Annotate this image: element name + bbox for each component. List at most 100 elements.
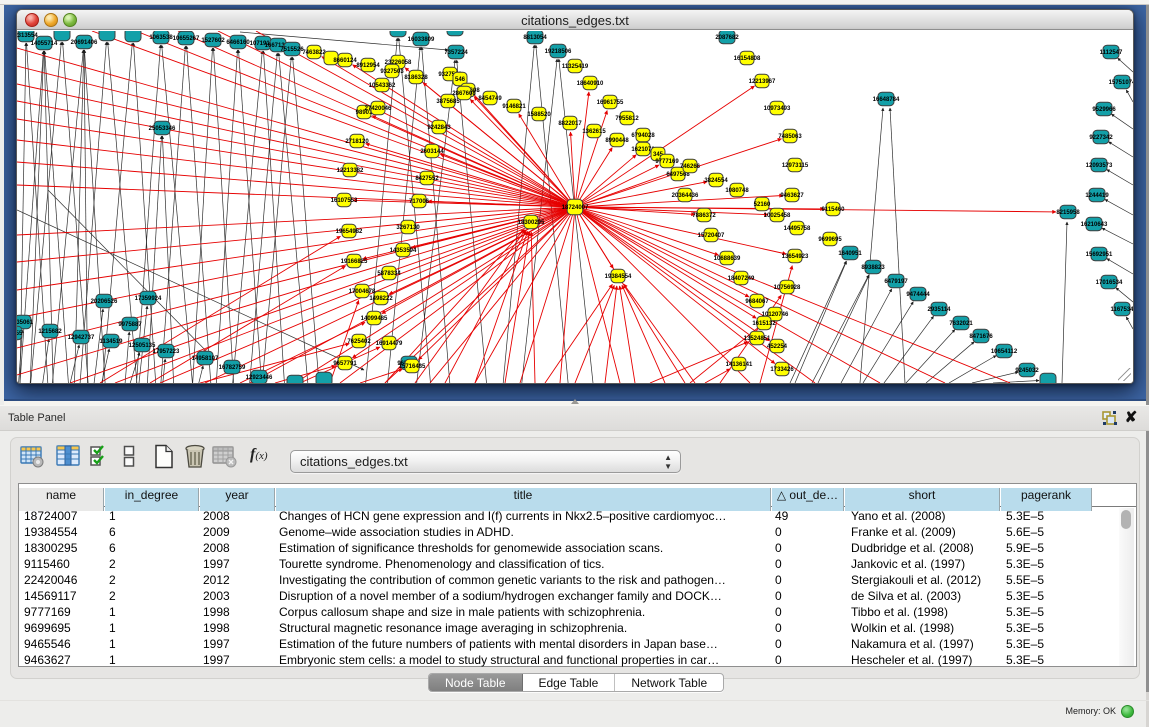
svg-text:8215958: 8215958 [1056,210,1080,216]
svg-text:17016534: 17016534 [1096,280,1123,286]
svg-text:12923446: 12923446 [246,375,273,381]
svg-text:17957223: 17957223 [153,349,180,355]
svg-text:18300295: 18300295 [518,220,545,226]
svg-text:13654923: 13654923 [782,254,809,260]
svg-text:2087682: 2087682 [715,35,739,41]
svg-text:7485063: 7485063 [778,134,802,140]
svg-text:9474444: 9474444 [906,292,930,298]
svg-text:3875685: 3875685 [436,99,460,105]
svg-text:9146821: 9146821 [502,104,526,110]
svg-text:12973115: 12973115 [782,163,809,169]
svg-text:717006: 717006 [409,199,430,205]
svg-text:16107553: 16107553 [331,198,358,204]
svg-text:19654982: 19654982 [336,229,363,235]
svg-text:9463627: 9463627 [780,193,804,199]
svg-text:8912954: 8912954 [356,63,380,69]
svg-text:10543362: 10543362 [369,83,396,89]
svg-text:18407249: 18407249 [728,276,755,282]
svg-text:6466160: 6466160 [226,40,250,46]
svg-text:16961755: 16961755 [597,100,624,106]
svg-text:1527602: 1527602 [201,38,225,44]
svg-text:11325419: 11325419 [562,64,589,70]
svg-text:25053346: 25053346 [149,126,176,132]
svg-text:7463822: 7463822 [302,50,326,56]
svg-text:2867608: 2867608 [452,91,476,97]
svg-text:19218506: 19218506 [545,49,572,55]
svg-text:16210643: 16210643 [1081,222,1108,228]
svg-text:12093573: 12093573 [1086,163,1113,169]
svg-text:14136141: 14136141 [726,362,753,368]
svg-text:27420046: 27420046 [365,106,392,112]
svg-text:7632021: 7632021 [949,321,973,327]
svg-text:9777169: 9777169 [655,159,679,165]
svg-text:18640910: 18640910 [577,81,604,87]
svg-text:8427552: 8427552 [415,176,439,182]
svg-text:17004678: 17004678 [349,289,376,295]
svg-text:746266: 746266 [680,164,701,170]
svg-text:18724007: 18724007 [562,205,589,211]
svg-text:8454749: 8454749 [478,96,502,102]
svg-text:15720407: 15720407 [698,233,725,239]
svg-text:3267130: 3267130 [396,225,420,231]
svg-text:16033809: 16033809 [408,37,435,43]
svg-text:52160: 52160 [754,202,771,208]
svg-text:1215682: 1215682 [38,329,62,335]
svg-text:9699695: 9699695 [818,237,842,243]
svg-text:1080748: 1080748 [725,188,749,194]
svg-text:10688639: 10688639 [714,256,741,262]
svg-text:8822017: 8822017 [558,121,582,127]
svg-text:10025458: 10025458 [764,213,791,219]
svg-text:1588520: 1588520 [527,112,551,118]
svg-text:8660124: 8660124 [333,58,357,64]
svg-text:14495758: 14495758 [784,226,811,232]
svg-text:16782759: 16782759 [219,365,246,371]
svg-text:9975887: 9975887 [118,322,142,328]
svg-text:14099485: 14099485 [361,316,388,322]
svg-text:2313554: 2313554 [17,33,38,39]
svg-text:13524851: 13524851 [744,336,771,342]
svg-text:20691406: 20691406 [71,40,98,46]
svg-text:6479197: 6479197 [884,279,908,285]
svg-text:10973493: 10973493 [764,106,791,112]
svg-text:6794028: 6794028 [631,133,655,139]
svg-text:9529966: 9529966 [1092,107,1116,113]
svg-text:546: 546 [455,77,466,83]
svg-text:10756928: 10756928 [774,285,801,291]
svg-text:9245032: 9245032 [1015,368,1039,374]
svg-text:10654112: 10654112 [991,349,1018,355]
svg-text:17359924: 17359924 [135,296,162,302]
svg-text:7625402: 7625402 [347,339,371,345]
svg-text:20206526: 20206526 [91,299,118,305]
svg-text:8990448: 8990448 [605,138,629,144]
svg-text:12942737: 12942737 [68,335,95,341]
svg-text:19384554: 19384554 [605,274,632,280]
svg-text:15692951: 15692951 [1086,252,1113,258]
svg-text:16648784: 16648784 [873,97,900,103]
svg-text:9242843: 9242843 [427,125,451,131]
svg-text:9327503: 9327503 [380,69,404,75]
svg-text:835061: 835061 [17,320,34,326]
svg-text:12213382: 12213382 [337,168,364,174]
svg-text:9227342: 9227342 [1089,135,1113,141]
svg-text:16914479: 16914479 [376,341,403,347]
svg-text:3824554: 3824554 [704,178,728,184]
svg-text:2603144: 2603144 [420,149,444,155]
svg-text:14055714: 14055714 [31,41,58,47]
svg-text:1733426: 1733426 [770,367,794,373]
svg-text:8186328: 8186328 [404,75,428,81]
svg-text:20364436: 20364436 [672,193,699,199]
svg-text:1498222: 1498222 [369,296,393,302]
svg-text:14353594: 14353594 [390,248,417,254]
svg-text:2935114: 2935114 [927,307,951,313]
svg-text:19166825: 19166825 [341,259,368,265]
svg-text:1134519: 1134519 [99,339,123,345]
svg-text:1167534: 1167534 [1110,307,1133,313]
svg-text:452254: 452254 [767,344,788,350]
svg-text:14958107: 14958107 [192,356,219,362]
svg-text:5878334: 5878334 [377,271,401,277]
svg-text:9115460: 9115460 [821,207,845,213]
svg-text:1244419: 1244419 [1085,193,1109,199]
svg-text:1615132: 1615132 [752,321,776,327]
svg-text:7515526: 7515526 [280,47,304,53]
svg-text:8813054: 8813054 [523,35,547,41]
